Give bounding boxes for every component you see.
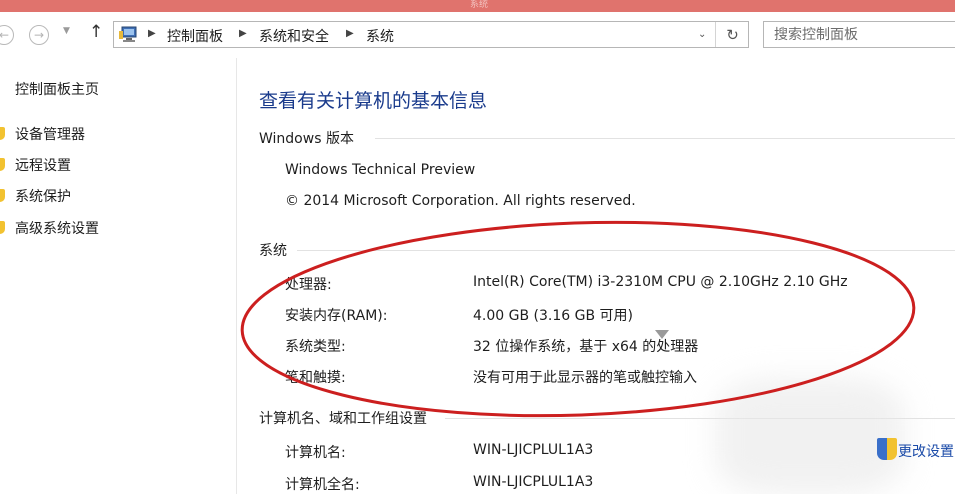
system-type-value: 32 位操作系统，基于 x64 的处理器 xyxy=(473,339,699,355)
address-bar[interactable]: ▶ 控制面板 ▶ 系统和安全 ▶ 系统 ⌄ ↻ xyxy=(113,21,749,48)
arrow-left-icon: ← xyxy=(0,28,10,42)
shield-icon xyxy=(0,189,5,202)
recent-locations-dropdown[interactable]: ▼ xyxy=(63,26,70,36)
sidebar-item-label: 设备管理器 xyxy=(15,127,85,143)
back-button[interactable]: ← xyxy=(0,25,14,45)
cursor-icon xyxy=(655,330,669,339)
sidebar-item-label: 高级系统设置 xyxy=(15,221,99,237)
computer-name-label: 计算机名: xyxy=(285,445,346,461)
ram-value: 4.00 GB (3.16 GB 可用) xyxy=(473,308,633,324)
breadcrumb-separator: ▶ xyxy=(239,28,247,39)
computer-name-value: WIN-LJICPLUL1A3 xyxy=(473,442,594,458)
search-input[interactable] xyxy=(764,22,954,47)
page-title: 查看有关计算机的基本信息 xyxy=(259,90,488,112)
breadcrumb-separator: ▶ xyxy=(148,28,156,39)
windows-edition-value: Windows Technical Preview xyxy=(285,162,476,178)
breadcrumb-separator: ▶ xyxy=(346,28,354,39)
sidebar-item-advanced-settings[interactable]: 高级系统设置 xyxy=(0,218,99,238)
breadcrumb-system[interactable]: 系统 xyxy=(366,26,394,46)
title-bar: 系统 xyxy=(0,0,955,12)
sidebar-home-link[interactable]: 控制面板主页 xyxy=(15,79,99,99)
search-box[interactable] xyxy=(763,21,955,48)
refresh-button[interactable]: ↻ xyxy=(715,22,749,47)
section-divider xyxy=(297,250,955,251)
arrow-right-icon: → xyxy=(33,28,45,42)
up-button[interactable]: ↑ xyxy=(89,22,103,42)
section-heading-system: 系统 xyxy=(259,243,287,259)
full-computer-name-label: 计算机全名: xyxy=(285,477,360,493)
sidebar: 控制面板主页 设备管理器 远程设置 系统保护 高级系统设置 xyxy=(0,58,237,494)
forward-button[interactable]: → xyxy=(29,25,49,45)
sidebar-item-label: 远程设置 xyxy=(15,158,71,174)
chevron-down-icon[interactable]: ⌄ xyxy=(698,29,706,40)
blurred-watermark xyxy=(715,378,905,494)
pen-touch-value: 没有可用于此显示器的笔或触控输入 xyxy=(473,370,697,386)
breadcrumb-system-security[interactable]: 系统和安全 xyxy=(259,26,329,46)
system-type-label: 系统类型: xyxy=(285,339,346,355)
window-title: 系统 xyxy=(470,0,489,10)
section-divider xyxy=(375,138,955,139)
section-heading-windows-edition: Windows 版本 xyxy=(259,131,354,147)
sidebar-item-label: 系统保护 xyxy=(15,189,71,205)
breadcrumb-control-panel[interactable]: 控制面板 xyxy=(167,26,223,46)
shield-icon xyxy=(0,158,5,171)
section-heading-computer-name: 计算机名、域和工作组设置 xyxy=(259,411,427,427)
sidebar-item-remote-settings[interactable]: 远程设置 xyxy=(0,155,71,175)
refresh-icon: ↻ xyxy=(726,25,739,44)
change-settings-link[interactable]: 更改设置 xyxy=(898,441,954,461)
navigation-toolbar: ← → ▼ ↑ ▶ 控制面板 ▶ 系统和安全 ▶ 系统 ⌄ ↻ xyxy=(0,12,955,58)
processor-value: Intel(R) Core(TM) i3-2310M CPU @ 2.10GHz… xyxy=(473,274,848,290)
processor-label: 处理器: xyxy=(285,277,332,293)
sidebar-item-system-protection[interactable]: 系统保护 xyxy=(0,186,71,206)
arrow-up-icon: ↑ xyxy=(89,22,104,42)
shield-icon xyxy=(877,438,897,460)
full-computer-name-value: WIN-LJICPLUL1A3 xyxy=(473,474,594,490)
shield-icon xyxy=(0,221,5,234)
sidebar-item-device-manager[interactable]: 设备管理器 xyxy=(0,124,85,144)
copyright-text: © 2014 Microsoft Corporation. All rights… xyxy=(285,193,636,209)
control-panel-icon xyxy=(119,26,137,42)
shield-icon xyxy=(0,127,5,140)
pen-touch-label: 笔和触摸: xyxy=(285,370,346,386)
ram-label: 安装内存(RAM): xyxy=(285,308,388,324)
